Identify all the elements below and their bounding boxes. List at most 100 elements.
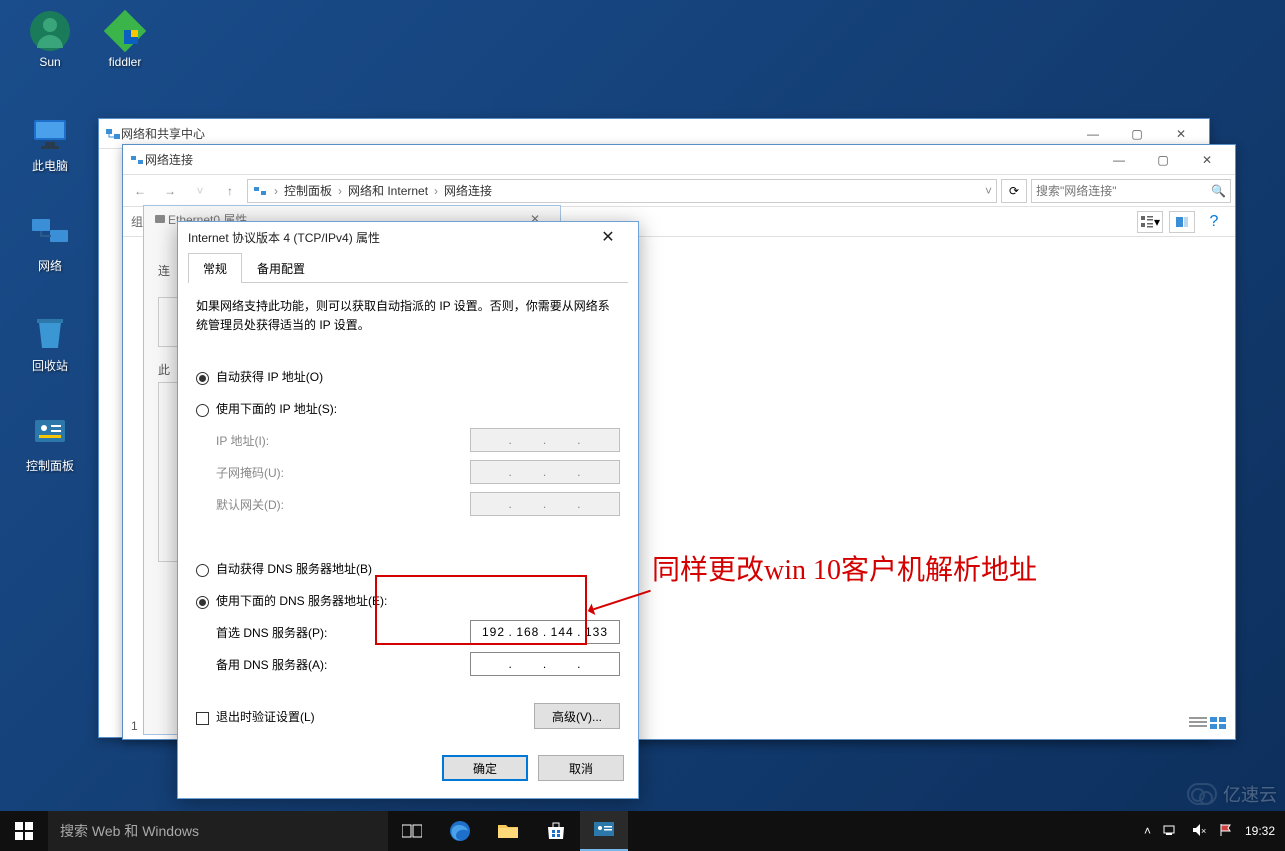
cancel-button[interactable]: 取消 xyxy=(538,755,624,781)
desktop-icon-label: 控制面板 xyxy=(15,457,85,474)
start-button[interactable] xyxy=(0,811,48,851)
field-label: 默认网关(D): xyxy=(196,496,470,513)
radio-label: 使用下面的 IP 地址(S): xyxy=(216,400,620,417)
watermark-icon xyxy=(1187,783,1217,805)
breadcrumb-item[interactable]: 控制面板 xyxy=(284,182,332,199)
folder-icon xyxy=(497,822,519,840)
search-icon[interactable]: 🔍 xyxy=(1211,184,1226,198)
desktop-icon-thispc[interactable]: 此电脑 xyxy=(15,112,85,174)
desktop-icon-fiddler[interactable]: fiddler xyxy=(90,10,160,69)
field-row-gateway: 默认网关(D): ... xyxy=(196,491,620,517)
status-item-count: 1 xyxy=(131,719,138,733)
dropdown-icon[interactable]: ˅ xyxy=(985,184,992,198)
radio-row-dns-manual[interactable]: 使用下面的 DNS 服务器地址(E): xyxy=(196,587,620,613)
close-button[interactable]: ✕ xyxy=(588,225,628,249)
task-view-button[interactable] xyxy=(388,811,436,851)
user-icon xyxy=(29,10,71,52)
radio-row-ip-manual[interactable]: 使用下面的 IP 地址(S): xyxy=(196,395,620,421)
radio-label: 自动获得 DNS 服务器地址(B) xyxy=(216,560,620,577)
desktop-icon-cpanel[interactable]: 控制面板 xyxy=(15,412,85,474)
radio-icon[interactable] xyxy=(196,596,209,609)
recent-button[interactable]: ˅ xyxy=(187,179,213,203)
desktop-icon-label: Sun xyxy=(15,55,85,69)
ethernet-partial-label2: 此 xyxy=(158,363,170,377)
details-view-icon[interactable] xyxy=(1189,716,1207,733)
taskbar-control-panel[interactable] xyxy=(580,811,628,851)
view-options-button[interactable]: ▾ xyxy=(1137,211,1163,233)
desktop-icon-label: 网络 xyxy=(15,257,85,274)
ip-address-input: ... xyxy=(470,428,620,452)
dialog-tcpip-properties[interactable]: Internet 协议版本 4 (TCP/IPv4) 属性 ✕ 常规 备用配置 … xyxy=(177,221,639,799)
annotation-text: 同样更改win 10客户机解析地址 xyxy=(652,548,1037,588)
dialog-buttons: 确定 取消 xyxy=(178,745,638,795)
taskbar-explorer[interactable] xyxy=(484,811,532,851)
advanced-button[interactable]: 高级(V)... xyxy=(534,703,620,729)
breadcrumb-item[interactable]: 网络连接 xyxy=(444,182,492,199)
desktop-icon-recycle[interactable]: 回收站 xyxy=(15,312,85,374)
dialog-title: Internet 协议版本 4 (TCP/IPv4) 属性 xyxy=(188,229,588,246)
minimize-button[interactable]: — xyxy=(1097,146,1141,174)
taskbar-search[interactable]: 搜索 Web 和 Windows xyxy=(48,811,388,851)
explorer-nav: ← → ˅ ↑ › 控制面板 › 网络和 Internet › 网络连接 ˅ ⟳… xyxy=(123,175,1235,207)
field-label: 首选 DNS 服务器(P): xyxy=(196,624,470,641)
subnet-mask-input: ... xyxy=(470,460,620,484)
tab-general[interactable]: 常规 xyxy=(188,253,242,283)
monitor-icon xyxy=(29,112,71,154)
taskbar-edge[interactable] xyxy=(436,811,484,851)
search-input[interactable] xyxy=(1036,184,1207,198)
watermark: 亿速云 xyxy=(1187,781,1277,807)
network-icon xyxy=(29,212,71,254)
tray-clock[interactable]: 19:32 xyxy=(1245,824,1275,838)
titlebar[interactable]: Internet 协议版本 4 (TCP/IPv4) 属性 ✕ xyxy=(178,222,638,252)
field-row-alternate-dns: 备用 DNS 服务器(A): ... xyxy=(196,651,620,677)
alternate-dns-input[interactable]: ... xyxy=(470,652,620,676)
breadcrumb-item[interactable]: 网络和 Internet xyxy=(348,182,428,199)
network-connections-icon xyxy=(129,152,145,168)
checkbox-validate[interactable] xyxy=(196,712,209,725)
titlebar[interactable]: 网络连接 — ▢ ✕ xyxy=(123,145,1235,175)
radio-icon[interactable] xyxy=(196,404,209,417)
desktop-icon-network[interactable]: 网络 xyxy=(15,212,85,274)
field-label: 备用 DNS 服务器(A): xyxy=(196,656,470,673)
help-button[interactable]: ? xyxy=(1201,211,1227,233)
tray-network-icon[interactable] xyxy=(1163,823,1179,840)
network-center-icon xyxy=(105,126,121,142)
desktop-icon-sun[interactable]: Sun xyxy=(15,10,85,69)
address-bar[interactable]: › 控制面板 › 网络和 Internet › 网络连接 ˅ xyxy=(247,179,997,203)
recycle-bin-icon xyxy=(29,312,71,354)
ethernet-partial-label: 连 xyxy=(158,264,170,278)
back-button[interactable]: ← xyxy=(127,179,153,203)
tray-flag-icon[interactable] xyxy=(1219,823,1233,840)
search-box[interactable]: 🔍 xyxy=(1031,179,1231,203)
chevron-right-icon: › xyxy=(274,184,278,198)
up-button[interactable]: ↑ xyxy=(217,179,243,203)
ethernet-icon xyxy=(152,211,168,227)
forward-button[interactable]: → xyxy=(157,179,183,203)
radio-row-dns-auto[interactable]: 自动获得 DNS 服务器地址(B) xyxy=(196,555,620,581)
taskbar-store[interactable] xyxy=(532,811,580,851)
system-tray[interactable]: ˄ × 19:32 xyxy=(1134,823,1285,840)
radio-icon[interactable] xyxy=(196,564,209,577)
radio-label: 使用下面的 DNS 服务器地址(E): xyxy=(216,592,620,609)
network-connections-icon xyxy=(252,183,268,199)
gateway-input: ... xyxy=(470,492,620,516)
fiddler-icon xyxy=(104,10,146,52)
taskbar[interactable]: 搜索 Web 和 Windows ˄ × 19:32 xyxy=(0,811,1285,851)
radio-icon[interactable] xyxy=(196,372,209,385)
dialog-description: 如果网络支持此功能，则可以获取自动指派的 IP 设置。否则，你需要从网络系统管理… xyxy=(196,297,620,335)
radio-label: 自动获得 IP 地址(O) xyxy=(216,368,620,385)
maximize-button[interactable]: ▢ xyxy=(1141,146,1185,174)
close-button[interactable]: ✕ xyxy=(1185,146,1229,174)
tray-volume-icon[interactable]: × xyxy=(1191,823,1207,840)
refresh-button[interactable]: ⟳ xyxy=(1001,179,1027,203)
tab-alternate[interactable]: 备用配置 xyxy=(242,253,320,283)
tray-chevron-up-icon[interactable]: ˄ xyxy=(1144,824,1151,838)
preview-pane-button[interactable] xyxy=(1169,211,1195,233)
field-label: 子网掩码(U): xyxy=(196,464,470,481)
large-icons-view-icon[interactable] xyxy=(1209,716,1227,733)
radio-row-ip-auto[interactable]: 自动获得 IP 地址(O) xyxy=(196,363,620,389)
taskbar-search-placeholder: 搜索 Web 和 Windows xyxy=(60,821,199,841)
ok-button[interactable]: 确定 xyxy=(442,755,528,781)
preferred-dns-input[interactable]: 192. 168. 144. 133 xyxy=(470,620,620,644)
control-panel-icon xyxy=(29,412,71,454)
